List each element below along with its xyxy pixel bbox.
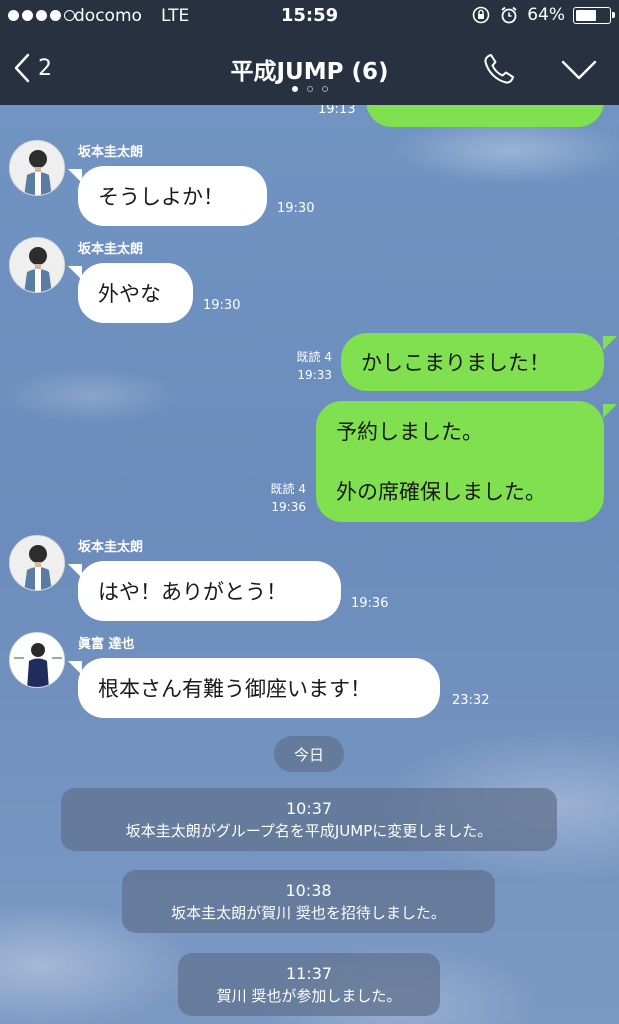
message-bubble[interactable]: 外やな [78,263,193,323]
message-bubble[interactable]: 根本さん有難う御座います！ [78,658,440,718]
menu-dropdown-button[interactable] [560,56,598,84]
system-message-text: 坂本圭太朗が賀川 奨也を招待しました。 [171,903,446,922]
sender-name: 坂本圭太朗 [78,242,144,257]
chat-message-list[interactable]: 19:13 坂本圭太朗 そうしよか！ 19:30 坂本圭太朗 外やな 19:30… [0,105,619,1024]
message-text: 根本さん有難う御座います！ [98,677,371,701]
system-message-text: 坂本圭太朗がグループ名を平成JUMPに変更しました。 [125,821,493,840]
message-time: 19:13 [318,105,356,117]
avatar[interactable] [9,632,65,688]
avatar[interactable] [9,237,65,293]
message-text: かしこまりました！ [361,351,550,375]
page-dot [321,86,328,92]
read-receipt: 既読 4 19:33 [296,350,332,382]
battery-icon [573,6,615,24]
status-bar: docomo LTE 15:59 64% [0,0,619,34]
message-bubble[interactable]: かしこまりました！ [341,333,604,391]
avatar[interactable] [9,140,65,196]
phone-icon [484,54,514,84]
system-message: 10:38 坂本圭太朗が賀川 奨也を招待しました。 [122,870,495,933]
system-message-text: 賀川 奨也が参加しました。 [216,986,402,1005]
message-bubble[interactable]: そうしよか！ [78,166,267,226]
system-message-time: 10:38 [285,880,332,900]
message-text: はや！ありがとう！ [98,580,287,604]
avatar-photo [10,536,64,590]
message-text-line: 予約しました。 [336,419,483,444]
sender-name: 眞富 達也 [78,637,135,652]
battery-percent: 64% [527,5,565,25]
system-message-time: 11:37 [285,963,333,983]
page-dot [306,86,313,92]
chevron-down-icon [561,60,597,80]
page-dot-active [291,86,298,92]
message-time: 19:30 [203,298,241,313]
message-bubble-partial[interactable] [366,105,604,127]
message-bubble[interactable]: 予約しました。 外の席確保しました。 [316,401,604,522]
sender-name: 坂本圭太朗 [78,145,144,160]
rotation-lock-icon [472,6,490,24]
system-message: 10:37 坂本圭太朗がグループ名を平成JUMPに変更しました。 [61,788,557,851]
message-time: 23:32 [452,693,490,708]
message-time: 19:36 [351,596,389,611]
message-bubble[interactable]: はや！ありがとう！ [78,561,341,621]
message-time: 19:30 [277,201,315,216]
date-divider: 今日 [274,736,344,772]
chat-title[interactable]: 平成JUMP (6) [0,52,619,86]
page-indicator [0,86,619,92]
avatar-photo [10,633,64,687]
call-button[interactable] [482,52,516,86]
message-text-line: 外の席確保しました。 [336,479,546,504]
system-message: 11:37 賀川 奨也が参加しました。 [178,953,440,1016]
avatar-photo [10,238,64,292]
message-text: そうしよか！ [98,185,224,209]
avatar-photo [10,141,64,195]
sender-name: 坂本圭太朗 [78,540,144,555]
system-message-time: 10:37 [285,798,333,818]
read-receipt: 既読 4 19:36 [270,482,306,514]
avatar[interactable] [9,535,65,591]
alarm-icon [501,6,517,24]
message-text: 外やな [98,282,161,306]
chat-header: docomo LTE 15:59 64% 2 平成JUMP (6) [0,0,619,105]
